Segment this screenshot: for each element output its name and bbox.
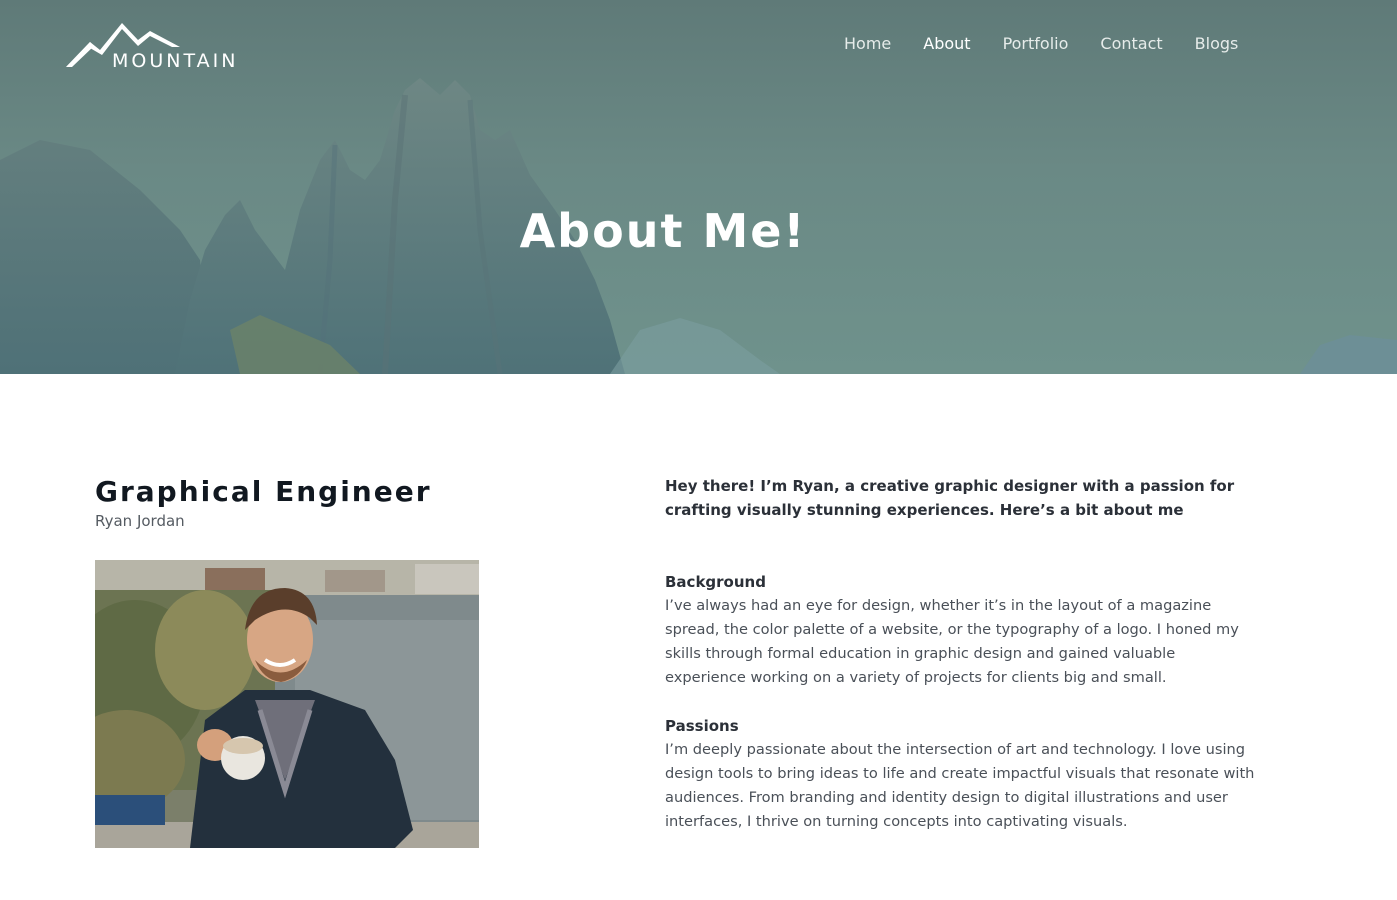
nav-home[interactable]: Home (844, 34, 891, 53)
role-title: Graphical Engineer (95, 475, 432, 508)
about-content: Hey there! I’m Ryan, a creative graphic … (665, 474, 1255, 834)
page-title: About Me! (519, 204, 807, 258)
section-heading-background: Background (665, 573, 766, 591)
section-body-background: I’ve always had an eye for design, wheth… (665, 597, 1239, 686)
section-heading-passions: Passions (665, 717, 739, 735)
intro-text: Hey there! I’m Ryan, a creative graphic … (665, 477, 1235, 519)
nav-contact[interactable]: Contact (1100, 34, 1162, 53)
nav-blogs[interactable]: Blogs (1195, 34, 1239, 53)
nav-about[interactable]: About (923, 34, 970, 53)
main-nav: Home About Portfolio Contact Blogs (844, 34, 1270, 53)
person-name: Ryan Jordan (95, 512, 185, 530)
brand-name: MOUNTAIN (112, 50, 239, 72)
section-body-passions: I’m deeply passionate about the intersec… (665, 741, 1255, 830)
nav-portfolio[interactable]: Portfolio (1003, 34, 1069, 53)
profile-photo (95, 560, 479, 848)
hero-banner: MOUNTAIN Home About Portfolio Contact Bl… (0, 0, 1397, 374)
brand-logo[interactable]: MOUNTAIN (64, 20, 254, 72)
